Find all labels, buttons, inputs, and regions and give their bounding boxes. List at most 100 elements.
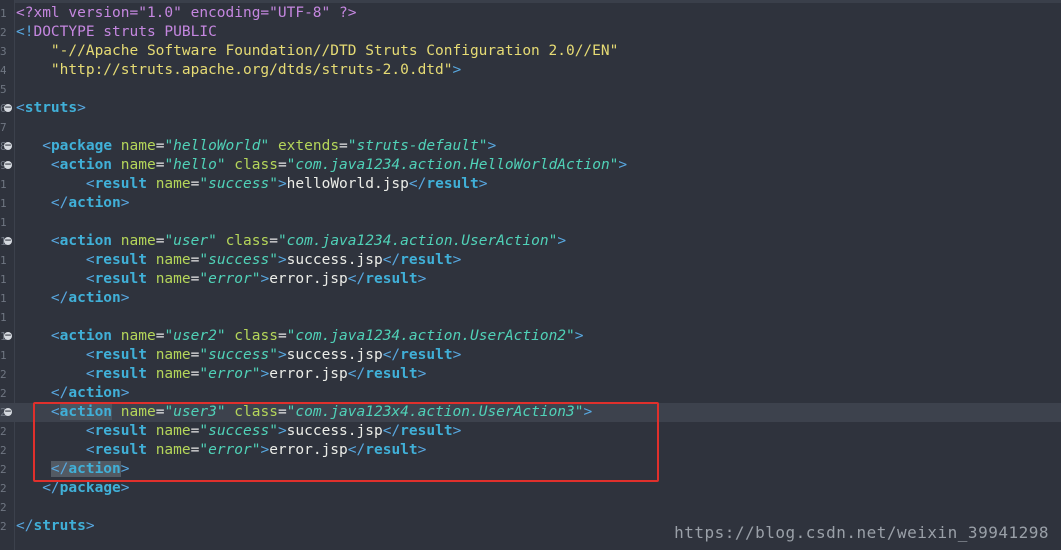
code-line[interactable]: 1 <?xml version="1.0" encoding="UTF-8" ?> [0,4,1061,23]
code-token: result [365,271,418,287]
code-token: "struts-default" [347,138,488,154]
code-token: name [155,252,191,268]
code-line[interactable]: 18− <action name="user2" class="com.java… [0,327,1061,346]
code-token: < [50,404,60,420]
code-token: result [400,252,453,268]
code-token: class [234,404,278,420]
code-line[interactable]: 22− <action name="user3" class="com.java… [0,403,1061,422]
code-line[interactable]: 13− <action name="user" class="com.java1… [0,232,1061,251]
code-token: class [225,233,270,249]
fold-toggle-icon[interactable]: − [4,161,12,170]
code-token: </ [382,252,401,268]
code-token: "http://struts.apache.org/dtds/struts-2.… [16,62,453,78]
code-token: "user2" [164,328,226,344]
code-text: "http://struts.apache.org/dtds/struts-2.… [16,61,461,80]
line-number: 23 [0,425,6,438]
code-token: package [50,138,113,154]
code-token: < [85,442,95,458]
code-token: "user3" [164,404,226,420]
code-line[interactable]: 21 </action> [0,384,1061,403]
code-line[interactable]: 26 </package> [0,479,1061,498]
code-line[interactable]: 17 [0,308,1061,327]
code-token: > [452,62,462,78]
code-line[interactable]: 2 <!DOCTYPE struts PUBLIC [0,23,1061,42]
code-line[interactable]: 24 <result name="error">error.jsp</resul… [0,441,1061,460]
code-token: > [120,385,130,401]
code-token: "success" [199,176,278,192]
code-token: name [120,404,156,420]
code-line[interactable]: 8− <package name="helloWorld" extends="s… [0,137,1061,156]
code-token: <! [16,24,34,40]
code-token: > [277,252,287,268]
code-token: action [59,157,113,173]
code-token: "error" [199,271,261,287]
code-line[interactable]: 14 <result name="success">success.jsp</r… [0,251,1061,270]
code-line[interactable]: 4 "http://struts.apache.org/dtds/struts-… [0,61,1061,80]
code-token: > [120,480,130,496]
code-line[interactable]: 3 "-//Apache Software Foundation//DTD St… [0,42,1061,61]
code-text: </action> [16,289,130,308]
code-token: < [85,271,95,287]
code-line[interactable]: 27 [0,498,1061,517]
code-token: </ [347,366,366,382]
code-token: action [59,404,113,420]
code-token: < [50,157,60,173]
code-line[interactable]: 5 [0,80,1061,99]
code-token: = [269,233,278,249]
code-token: "error" [199,442,261,458]
code-token: result [94,271,147,287]
code-line[interactable]: 23 <result name="success">success.jsp</r… [0,422,1061,441]
code-token: "error" [199,366,261,382]
fold-toggle-icon[interactable]: − [4,142,12,151]
code-line[interactable]: 25 </action> [0,460,1061,479]
code-token: > [120,290,130,306]
line-number: 27 [0,501,6,514]
code-text: <result name="error">error.jsp</result> [16,365,427,384]
code-line[interactable]: 20 <result name="error">error.jsp</resul… [0,365,1061,384]
code-line[interactable]: 19 <result name="success">success.jsp</r… [0,346,1061,365]
code-token: result [94,176,147,192]
code-token: > [452,252,462,268]
code-line[interactable]: 6− <struts> [0,99,1061,118]
code-token: "-//Apache Software Foundation//DTD Stru… [16,43,619,59]
fold-toggle-icon[interactable]: − [4,332,12,341]
code-token: < [16,100,25,116]
line-number: 7 [0,121,6,134]
fold-toggle-icon[interactable]: − [4,408,12,417]
code-token: > [120,461,130,477]
code-token: success.jsp [286,252,383,268]
code-line[interactable]: 9− <action name="hello" class="com.java1… [0,156,1061,175]
code-line[interactable]: 16 </action> [0,289,1061,308]
code-token: > [618,157,628,173]
code-line[interactable]: 7 [0,118,1061,137]
line-number: 21 [0,387,6,400]
code-text: <struts> [16,99,86,118]
fold-toggle-icon[interactable]: − [4,104,12,113]
code-token: "hello" [164,157,226,173]
code-token: name [155,176,191,192]
code-line[interactable]: 11 </action> [0,194,1061,213]
code-token: action [59,328,113,344]
code-token: </ [382,347,401,363]
xml-code-editor[interactable]: 1 <?xml version="1.0" encoding="UTF-8" ?>… [0,0,1061,550]
code-token: action [68,385,121,401]
code-token: </ [16,518,34,534]
code-line[interactable]: 10 <result name="success">helloWorld.jsp… [0,175,1061,194]
code-token: result [94,347,147,363]
code-line[interactable]: 15 <result name="error">error.jsp</resul… [0,270,1061,289]
line-number: 28 [0,520,6,533]
code-line[interactable]: 12 [0,213,1061,232]
code-text: <action name="user3" class="com.java123x… [16,403,592,422]
fold-toggle-icon[interactable]: − [4,237,12,246]
code-token: > [487,138,497,154]
code-token: </ [50,195,69,211]
code-token: < [85,176,95,192]
code-token: name [155,423,191,439]
code-token: < [85,347,95,363]
